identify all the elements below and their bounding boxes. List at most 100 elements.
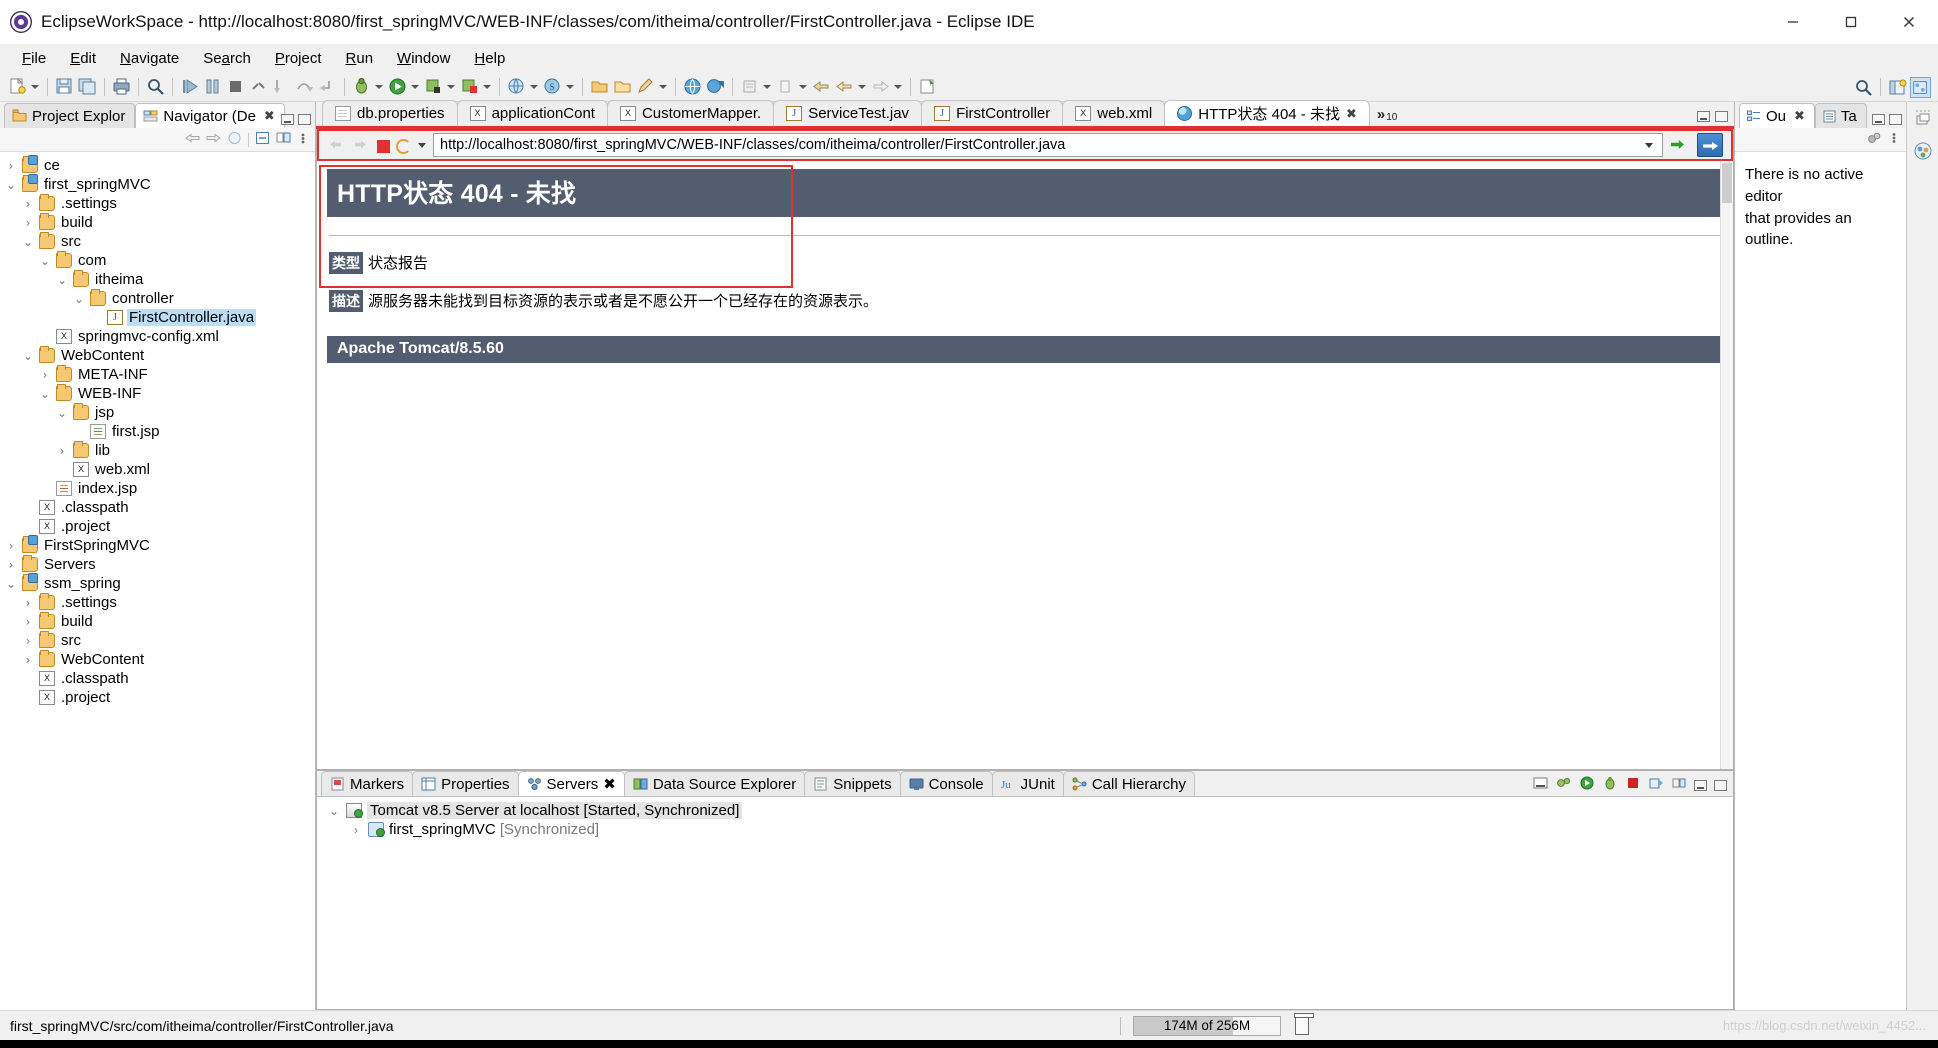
- next-annotation-dropdown-icon[interactable]: [797, 76, 807, 97]
- bottom-tab[interactable]: Data Source Explorer: [623, 771, 806, 796]
- chevron-right-icon[interactable]: ›: [38, 368, 52, 382]
- tree-item[interactable]: › build: [0, 213, 315, 232]
- close-icon[interactable]: ✖: [264, 108, 275, 124]
- browser-url-input[interactable]: http://localhost:8080/first_springMVC/WE…: [433, 133, 1663, 157]
- tree-item[interactable]: › META-INF: [0, 365, 315, 384]
- tree-item[interactable]: .project: [0, 517, 315, 536]
- edit-icon[interactable]: [635, 76, 656, 97]
- back-dropdown-icon[interactable]: [856, 76, 866, 97]
- chevron-right-icon[interactable]: ›: [21, 634, 35, 648]
- chevron-down-icon[interactable]: ⌄: [38, 387, 52, 401]
- tree-item[interactable]: index.jsp: [0, 479, 315, 498]
- tree-item[interactable]: springmvc-config.xml: [0, 327, 315, 346]
- garbage-collector-icon[interactable]: [1294, 1012, 1314, 1035]
- forward-icon[interactable]: [206, 131, 221, 149]
- publish-to-server-icon[interactable]: [1648, 776, 1664, 794]
- memory-indicator[interactable]: 174M of 256M: [1133, 1015, 1281, 1036]
- more-tabs-indicator[interactable]: » 10: [1377, 106, 1397, 126]
- debug-icon[interactable]: [351, 76, 372, 97]
- coverage-icon[interactable]: [459, 76, 480, 97]
- home-icon[interactable]: [227, 131, 242, 149]
- tree-item[interactable]: ⌄ ssm_spring: [0, 573, 315, 593]
- maximize-view-icon[interactable]: [1714, 779, 1727, 791]
- chevron-right-icon[interactable]: ›: [21, 197, 35, 211]
- close-icon[interactable]: ✖: [603, 775, 616, 793]
- chevron-right-icon[interactable]: ›: [55, 444, 69, 458]
- save-icon[interactable]: [54, 76, 75, 97]
- tree-item[interactable]: › src: [0, 631, 315, 650]
- close-button[interactable]: [1880, 0, 1938, 44]
- tree-item[interactable]: .classpath: [0, 498, 315, 517]
- chevron-down-icon[interactable]: ⌄: [4, 577, 18, 591]
- menu-project[interactable]: Project: [263, 48, 334, 69]
- debug-server-icon[interactable]: [1602, 776, 1618, 794]
- tree-item[interactable]: web.xml: [0, 460, 315, 479]
- restore-views-icon[interactable]: [1911, 108, 1935, 130]
- terminate-icon[interactable]: [225, 76, 246, 97]
- disconnect-icon[interactable]: [248, 76, 269, 97]
- server-row[interactable]: › first_springMVC [Synchronized]: [317, 820, 1733, 839]
- tab-navigator[interactable]: Navigator (De ✖: [135, 103, 285, 128]
- pin-editor-icon[interactable]: [917, 76, 938, 97]
- chevron-right-icon[interactable]: ›: [4, 558, 18, 572]
- next-annotation-icon[interactable]: [775, 76, 796, 97]
- editor-tab[interactable]: ServiceTest.jav: [773, 100, 923, 126]
- tree-item[interactable]: ⌄ com: [0, 251, 315, 270]
- chevron-right-icon[interactable]: ›: [349, 823, 363, 837]
- tree-item[interactable]: › lib: [0, 441, 315, 460]
- editor-tab[interactable]: HTTP状态 404 - 未找 ✖: [1164, 100, 1370, 126]
- tree-item[interactable]: ⌄ src: [0, 232, 315, 251]
- external-tools-dropdown-icon[interactable]: [445, 76, 455, 97]
- minimize-view-icon[interactable]: [1872, 114, 1885, 125]
- tree-item[interactable]: .project: [0, 688, 315, 707]
- browser-history-dropdown-icon[interactable]: [417, 136, 427, 155]
- view-menu-icon[interactable]: [1888, 131, 1900, 149]
- forward-icon[interactable]: [870, 76, 891, 97]
- editor-tab[interactable]: db.properties: [322, 100, 458, 126]
- step-into-icon[interactable]: [271, 76, 292, 97]
- collapse-all-icon[interactable]: [255, 131, 270, 149]
- menu-navigate[interactable]: Navigate: [108, 48, 191, 69]
- run-icon[interactable]: [387, 76, 408, 97]
- deploy-icon[interactable]: [705, 76, 726, 97]
- browser-refresh-icon[interactable]: [396, 138, 411, 154]
- coverage-dropdown-icon[interactable]: [481, 76, 491, 97]
- tree-item[interactable]: .classpath: [0, 669, 315, 688]
- maximize-view-icon[interactable]: [1889, 114, 1902, 125]
- new-package-dropdown-icon[interactable]: [564, 76, 574, 97]
- chevron-down-icon[interactable]: ⌄: [55, 406, 69, 420]
- previous-annotation-dropdown-icon[interactable]: [761, 76, 771, 97]
- quick-access-search-icon[interactable]: [1853, 77, 1874, 98]
- browser-forward-icon[interactable]: [352, 136, 371, 155]
- chevron-down-icon[interactable]: ⌄: [327, 804, 341, 818]
- menu-help[interactable]: Help: [462, 48, 517, 69]
- link-with-editor-icon[interactable]: [276, 131, 291, 149]
- editor-tab[interactable]: FirstController: [921, 100, 1064, 126]
- menu-window[interactable]: Window: [385, 48, 462, 69]
- java-ee-perspective-icon[interactable]: [1910, 76, 1931, 98]
- publish-icon[interactable]: [1556, 776, 1572, 794]
- resume-icon[interactable]: [179, 76, 200, 97]
- menu-file[interactable]: File: [10, 48, 58, 69]
- open-perspective-icon[interactable]: [1887, 77, 1908, 98]
- editor-tab[interactable]: applicationCont: [456, 100, 608, 126]
- open-browser-icon[interactable]: [682, 76, 703, 97]
- new-wizard-dropdown-icon[interactable]: [29, 76, 39, 97]
- suspend-icon[interactable]: [202, 76, 223, 97]
- chevron-right-icon[interactable]: ›: [21, 653, 35, 667]
- chevron-right-icon[interactable]: ›: [4, 539, 18, 553]
- page-scrollbar[interactable]: [1720, 161, 1733, 769]
- step-return-icon[interactable]: [317, 76, 338, 97]
- tree-item[interactable]: ⌄ WEB-INF: [0, 384, 315, 403]
- chevron-down-icon[interactable]: ⌄: [4, 178, 18, 192]
- step-over-icon[interactable]: [294, 76, 315, 97]
- open-external-browser-icon[interactable]: [1697, 133, 1723, 157]
- sort-icon[interactable]: [1866, 131, 1882, 149]
- back-icon[interactable]: [185, 131, 200, 149]
- editor-tab[interactable]: web.xml: [1062, 100, 1166, 126]
- new-package-icon[interactable]: S: [542, 76, 563, 97]
- bottom-tab[interactable]: Servers ✖: [517, 771, 625, 796]
- bottom-tab[interactable]: Snippets: [804, 771, 901, 796]
- new-wizard-icon[interactable]: [7, 76, 28, 97]
- close-icon[interactable]: ✖: [1346, 106, 1357, 122]
